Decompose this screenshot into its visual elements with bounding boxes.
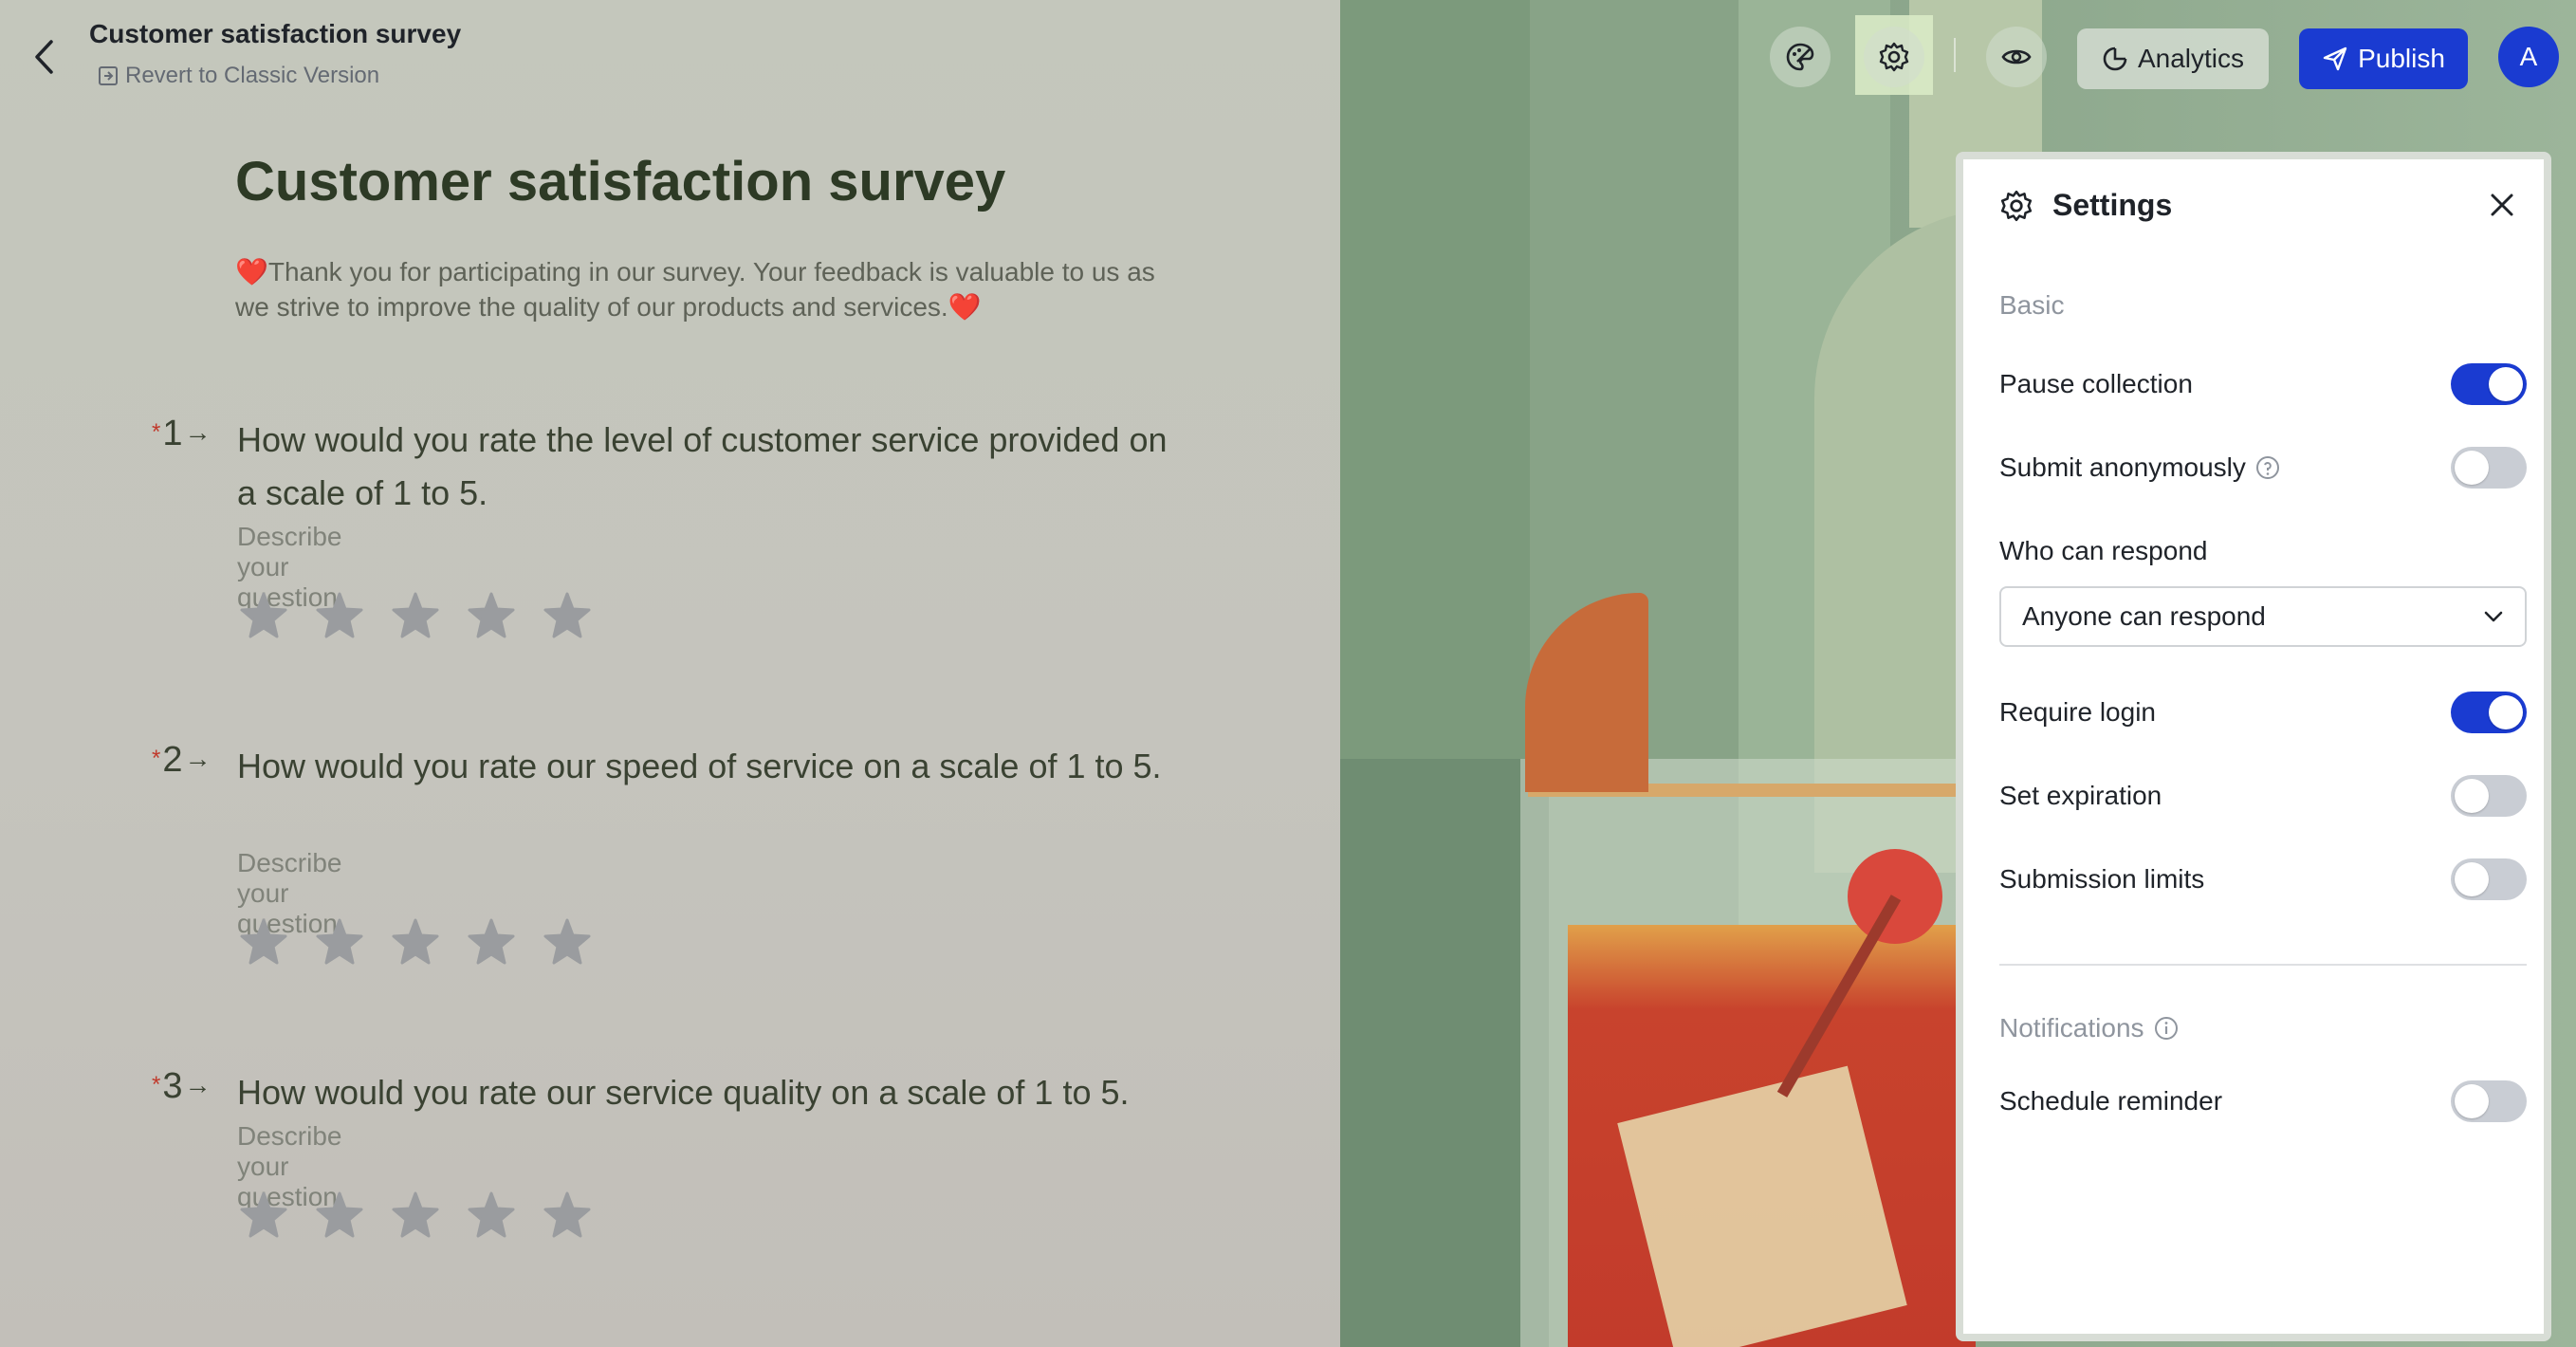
preview-button[interactable] bbox=[1986, 27, 2047, 87]
required-mark: * bbox=[152, 419, 161, 445]
submit-anonymously-label-wrap: Submit anonymously bbox=[1999, 452, 2280, 483]
toggle-knob bbox=[2455, 862, 2489, 896]
settings-button[interactable] bbox=[1864, 27, 1924, 87]
question-number: * 1 → bbox=[152, 414, 211, 454]
star-icon[interactable] bbox=[313, 590, 366, 643]
star-icon[interactable] bbox=[465, 1190, 518, 1243]
theme-button[interactable] bbox=[1770, 27, 1831, 87]
star-icon[interactable] bbox=[541, 916, 594, 969]
publish-label: Publish bbox=[2358, 44, 2445, 73]
question-icon[interactable] bbox=[2255, 455, 2280, 480]
survey-description[interactable]: ❤️Thank you for participating in our sur… bbox=[235, 254, 1165, 324]
close-icon bbox=[2491, 194, 2513, 216]
palette-icon bbox=[1786, 43, 1814, 71]
required-mark: * bbox=[152, 1072, 161, 1098]
toggle-knob bbox=[2489, 367, 2523, 401]
toggle-knob bbox=[2455, 451, 2489, 485]
chart-circle-icon bbox=[2103, 46, 2127, 71]
document-title: Customer satisfaction survey bbox=[89, 19, 462, 48]
gear-icon bbox=[1879, 42, 1909, 72]
submission-limits-row: Submission limits bbox=[1999, 856, 2527, 903]
arrow-right-icon: → bbox=[184, 1070, 212, 1099]
star-icon[interactable] bbox=[541, 1190, 594, 1243]
question-text[interactable]: How would you rate our service quality o… bbox=[237, 1066, 1186, 1119]
arrow-right-icon: → bbox=[184, 417, 212, 447]
require-login-toggle[interactable] bbox=[2451, 692, 2527, 733]
pause-collection-toggle[interactable] bbox=[2451, 363, 2527, 405]
who-can-respond-value: Anyone can respond bbox=[2022, 601, 2266, 631]
section-divider bbox=[1999, 964, 2527, 966]
set-expiration-toggle[interactable] bbox=[2451, 775, 2527, 817]
analytics-button[interactable]: Analytics bbox=[2077, 28, 2269, 89]
submit-anonymously-row: Submit anonymously bbox=[1999, 444, 2527, 491]
survey-title[interactable]: Customer satisfaction survey bbox=[235, 150, 1005, 213]
schedule-reminder-row: Schedule reminder bbox=[1999, 1078, 2527, 1125]
star-rating bbox=[237, 916, 594, 969]
question-text[interactable]: How would you rate our speed of service … bbox=[237, 740, 1186, 793]
schedule-reminder-label: Schedule reminder bbox=[1999, 1086, 2223, 1116]
star-icon[interactable] bbox=[237, 590, 290, 643]
basic-section-label: Basic bbox=[1999, 290, 2064, 321]
submit-anonymously-toggle[interactable] bbox=[2451, 447, 2527, 489]
toggle-knob bbox=[2455, 1084, 2489, 1118]
question-number: * 2 → bbox=[152, 740, 211, 781]
star-icon[interactable] bbox=[389, 590, 442, 643]
settings-title: Settings bbox=[2052, 188, 2173, 222]
star-rating bbox=[237, 590, 594, 643]
schedule-reminder-toggle[interactable] bbox=[2451, 1080, 2527, 1122]
set-expiration-row: Set expiration bbox=[1999, 772, 2527, 820]
who-can-respond-select[interactable]: Anyone can respond bbox=[1999, 586, 2527, 647]
require-login-row: Require login bbox=[1999, 689, 2527, 736]
star-icon[interactable] bbox=[465, 916, 518, 969]
pause-collection-label: Pause collection bbox=[1999, 369, 2193, 398]
settings-header: Settings bbox=[1999, 188, 2172, 223]
user-avatar[interactable]: A bbox=[2498, 27, 2559, 87]
toolbar-divider bbox=[1954, 38, 1956, 72]
require-login-label: Require login bbox=[1999, 697, 2156, 727]
revert-label: Revert to Classic Version bbox=[125, 63, 380, 88]
publish-button[interactable]: Publish bbox=[2299, 28, 2468, 89]
star-icon[interactable] bbox=[237, 916, 290, 969]
submission-limits-toggle[interactable] bbox=[2451, 858, 2527, 900]
question-index: 1 bbox=[162, 414, 183, 453]
star-rating bbox=[237, 1190, 594, 1243]
who-can-respond-label: Who can respond bbox=[1999, 536, 2208, 565]
chevron-down-icon bbox=[2484, 611, 2503, 622]
notifications-label: Notifications bbox=[1999, 1013, 2144, 1043]
star-icon[interactable] bbox=[389, 1190, 442, 1243]
submit-anonymously-label: Submit anonymously bbox=[1999, 452, 2246, 482]
question-text[interactable]: How would you rate the level of customer… bbox=[237, 414, 1186, 520]
pause-collection-row: Pause collection bbox=[1999, 360, 2527, 408]
close-button[interactable] bbox=[2483, 186, 2521, 224]
who-can-respond-row: Who can respond bbox=[1999, 527, 2527, 575]
chevron-left-icon bbox=[35, 40, 53, 74]
question-number: * 3 → bbox=[152, 1066, 211, 1107]
question-index: 2 bbox=[162, 740, 183, 780]
question-index: 3 bbox=[162, 1066, 183, 1106]
toggle-knob bbox=[2455, 779, 2489, 813]
star-icon[interactable] bbox=[237, 1190, 290, 1243]
analytics-label: Analytics bbox=[2137, 44, 2245, 73]
submission-limits-label: Submission limits bbox=[1999, 864, 2205, 894]
toggle-knob bbox=[2489, 695, 2523, 729]
star-icon[interactable] bbox=[313, 916, 366, 969]
star-icon[interactable] bbox=[465, 590, 518, 643]
exit-icon bbox=[99, 66, 118, 85]
eye-icon bbox=[2001, 49, 2032, 65]
set-expiration-label: Set expiration bbox=[1999, 781, 2162, 810]
star-icon[interactable] bbox=[313, 1190, 366, 1243]
arrow-right-icon: → bbox=[184, 744, 212, 773]
required-mark: * bbox=[152, 746, 161, 771]
back-button[interactable] bbox=[23, 32, 64, 82]
revert-classic-link[interactable]: Revert to Classic Version bbox=[97, 63, 379, 89]
star-icon[interactable] bbox=[389, 916, 442, 969]
gear-icon bbox=[2000, 190, 2033, 221]
settings-panel: Settings Basic Pause collection Submit a… bbox=[1956, 152, 2551, 1341]
star-icon[interactable] bbox=[541, 590, 594, 643]
info-icon[interactable] bbox=[2154, 1016, 2179, 1041]
notifications-section-label: Notifications bbox=[1999, 1013, 2179, 1043]
send-icon bbox=[2323, 46, 2347, 71]
basic-label: Basic bbox=[1999, 290, 2065, 320]
